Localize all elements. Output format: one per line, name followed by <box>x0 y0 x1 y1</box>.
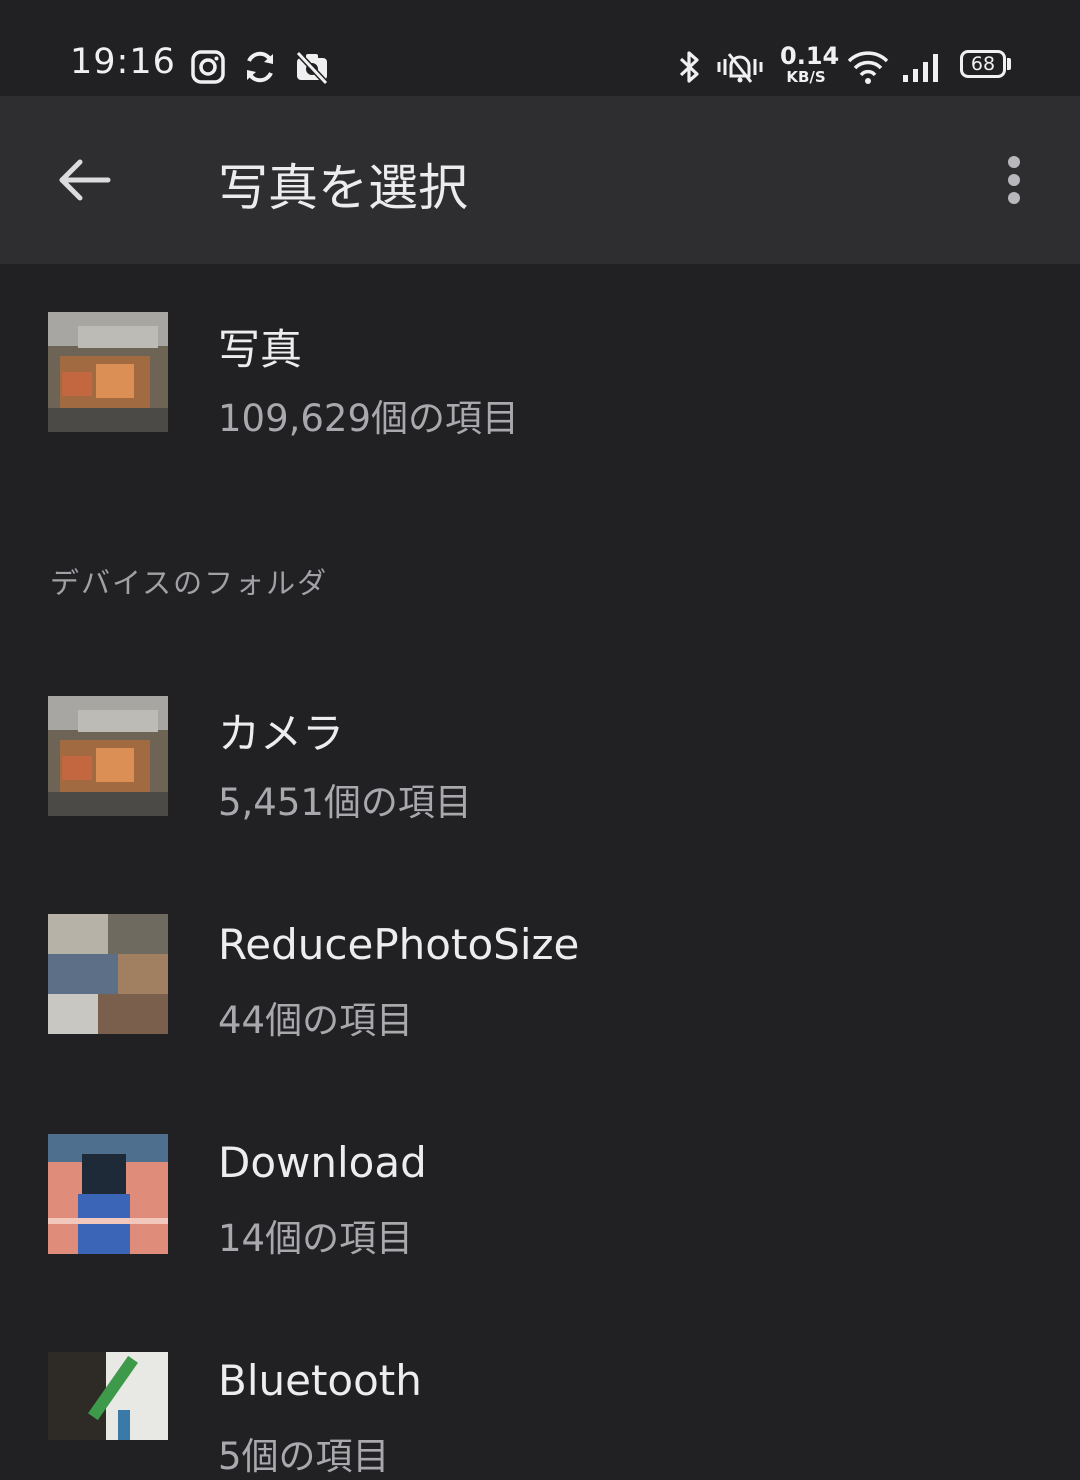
section-header: デバイスのフォルダ <box>50 566 329 600</box>
vibrate-mute-icon <box>717 53 763 83</box>
folder-thumbnail <box>48 696 168 816</box>
folder-title: Download <box>218 1138 427 1187</box>
network-speed: 0.14 KB/S <box>780 42 840 86</box>
folder-thumbnail <box>48 914 168 1034</box>
more-vert-icon[interactable] <box>994 148 1034 212</box>
folder-title: ReducePhotoSize <box>218 920 580 969</box>
status-time: 19:16 <box>70 42 176 82</box>
battery-tip <box>1007 58 1011 70</box>
folder-thumbnail <box>48 1134 168 1254</box>
network-speed-unit: KB/S <box>786 68 826 86</box>
folder-count: 5,451個の項目 <box>218 781 472 824</box>
app-bar <box>0 96 1080 264</box>
network-speed-value: 0.14 <box>780 42 840 70</box>
all-photos-count: 109,629個の項目 <box>218 397 520 440</box>
no-camera-icon <box>295 50 329 86</box>
all-photos-thumbnail <box>48 312 168 432</box>
folder-title: Bluetooth <box>218 1356 422 1405</box>
folder-count: 5個の項目 <box>218 1435 390 1478</box>
status-bar: 19:16 0.14 KB/S 68 <box>0 0 1080 96</box>
cell-signal-icon <box>903 54 938 82</box>
folder-thumbnail <box>48 1352 168 1440</box>
instagram-icon <box>191 50 225 84</box>
folder-count: 14個の項目 <box>218 1217 414 1260</box>
page-title: 写真を選択 <box>218 159 468 217</box>
all-photos-title: 写真 <box>218 325 303 374</box>
wifi-icon <box>847 51 889 84</box>
back-arrow-icon[interactable] <box>52 148 116 212</box>
bluetooth-icon <box>679 51 699 83</box>
sync-icon <box>247 51 273 83</box>
battery-level: 68 <box>970 53 996 75</box>
folder-count: 44個の項目 <box>218 999 414 1042</box>
folder-title: カメラ <box>218 709 345 758</box>
